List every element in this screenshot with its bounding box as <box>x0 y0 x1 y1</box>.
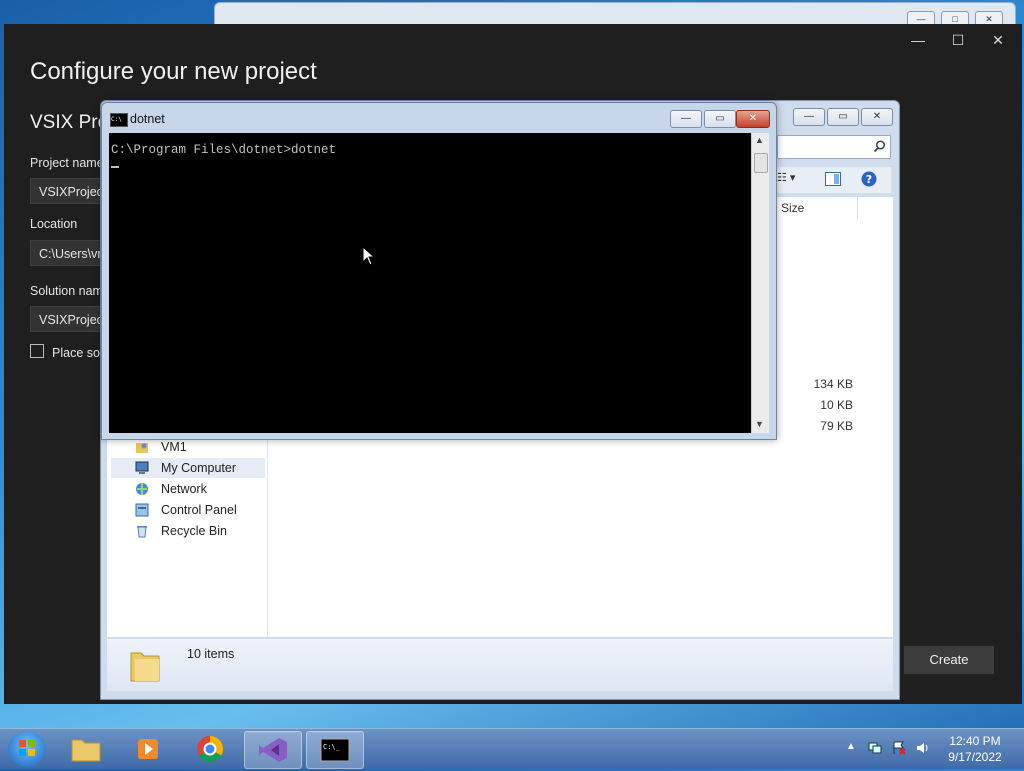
network-tray-icon[interactable] <box>868 741 882 755</box>
taskbar-explorer[interactable] <box>58 731 114 767</box>
file-size: 134 KB <box>813 377 853 391</box>
user-folder-icon <box>136 443 148 453</box>
explorer-minimize-icon[interactable]: — <box>793 108 825 126</box>
console-line: C:\Program Files\dotnet>dotnet <box>111 143 337 157</box>
taskbar-cmd[interactable]: C:\_ <box>306 731 364 769</box>
scrollbar-thumb[interactable] <box>754 153 768 173</box>
console-icon: C:\_ <box>320 738 350 762</box>
solution-name-label: Solution nam <box>30 284 103 298</box>
cmd-minimize-icon[interactable]: — <box>670 110 702 128</box>
console-cursor <box>111 166 119 168</box>
place-solution-checkbox[interactable] <box>30 344 44 358</box>
media-player-icon <box>138 739 158 759</box>
recycle-bin-icon <box>137 526 147 538</box>
file-size: 79 KB <box>820 419 853 433</box>
windows-logo-icon <box>19 740 35 756</box>
scroll-up-icon[interactable]: ▲ <box>755 135 764 145</box>
cmd-close-icon[interactable]: ✕ <box>736 110 770 128</box>
nav-item-control-panel[interactable]: Control Panel <box>111 500 265 520</box>
chrome-icon <box>197 735 224 763</box>
start-button[interactable] <box>8 731 46 767</box>
search-icon <box>873 140 886 153</box>
taskbar: C:\_ ▲ 12:40 PM 9/17/2022 <box>0 728 1024 769</box>
explorer-toolbar: ☷ ▾ ? <box>777 167 891 193</box>
location-label: Location <box>30 217 78 231</box>
preview-pane-icon[interactable] <box>825 172 841 186</box>
taskbar-media-player[interactable] <box>120 731 176 767</box>
nav-item-my-computer[interactable]: My Computer <box>111 458 265 478</box>
column-divider <box>857 197 858 219</box>
folder-icon <box>130 652 160 682</box>
create-button[interactable]: Create <box>904 646 994 674</box>
project-type-title: VSIX Pro <box>30 112 109 133</box>
taskbar-chrome[interactable] <box>182 731 238 767</box>
mouse-pointer-icon <box>362 246 376 266</box>
cmd-maximize-icon[interactable]: ▭ <box>704 110 736 128</box>
clock[interactable]: 12:40 PM 9/17/2022 <box>940 733 1010 765</box>
svg-text:C:\_: C:\_ <box>323 743 341 751</box>
page-title: Configure your new project <box>30 58 317 85</box>
console-output[interactable]: C:\Program Files\dotnet>dotnet <box>109 133 751 433</box>
explorer-close-icon[interactable]: ✕ <box>861 108 893 126</box>
view-options-icon[interactable]: ☷ ▾ <box>777 171 795 184</box>
vertical-scrollbar[interactable]: ▲ ▼ <box>751 133 769 433</box>
help-icon[interactable]: ? <box>861 171 877 187</box>
clock-date: 9/17/2022 <box>948 750 1002 764</box>
status-bar: 10 items <box>107 639 893 691</box>
vs-minimize-icon[interactable]: — <box>904 30 932 50</box>
vs-maximize-icon[interactable]: ☐ <box>944 30 972 50</box>
explorer-maximize-icon[interactable]: ▭ <box>827 108 859 126</box>
project-name-label: Project name <box>30 156 104 170</box>
vs-close-icon[interactable]: ✕ <box>984 30 1012 50</box>
nav-item-vm1[interactable]: VM1 <box>111 437 265 457</box>
scroll-down-icon[interactable]: ▼ <box>755 419 764 429</box>
volume-icon[interactable] <box>916 741 930 755</box>
column-header-size[interactable]: Size <box>781 201 804 215</box>
clock-time: 12:40 PM <box>949 734 1001 748</box>
cmd-title: dotnet <box>130 112 165 126</box>
search-input[interactable] <box>777 135 891 159</box>
cmd-window: C:\ dotnet — ▭ ✕ C:\Program Files\dotnet… <box>101 102 777 440</box>
action-center-icon[interactable] <box>892 741 906 755</box>
computer-icon <box>135 461 149 474</box>
show-hidden-icons[interactable]: ▲ <box>846 741 856 752</box>
control-panel-icon <box>135 503 149 517</box>
nav-item-recycle-bin[interactable]: Recycle Bin <box>111 521 265 541</box>
nav-item-network[interactable]: Network <box>111 479 265 499</box>
file-size: 10 KB <box>820 398 853 412</box>
navigation-pane: VM1 My Computer Network Control Panel Re… <box>107 437 268 637</box>
console-icon: C:\ <box>110 113 128 127</box>
taskbar-visual-studio[interactable] <box>244 731 302 769</box>
item-count: 10 items <box>187 647 235 661</box>
folder-icon <box>71 739 101 762</box>
network-icon <box>136 483 148 495</box>
svg-text:?: ? <box>866 173 872 186</box>
visual-studio-icon <box>259 738 287 762</box>
